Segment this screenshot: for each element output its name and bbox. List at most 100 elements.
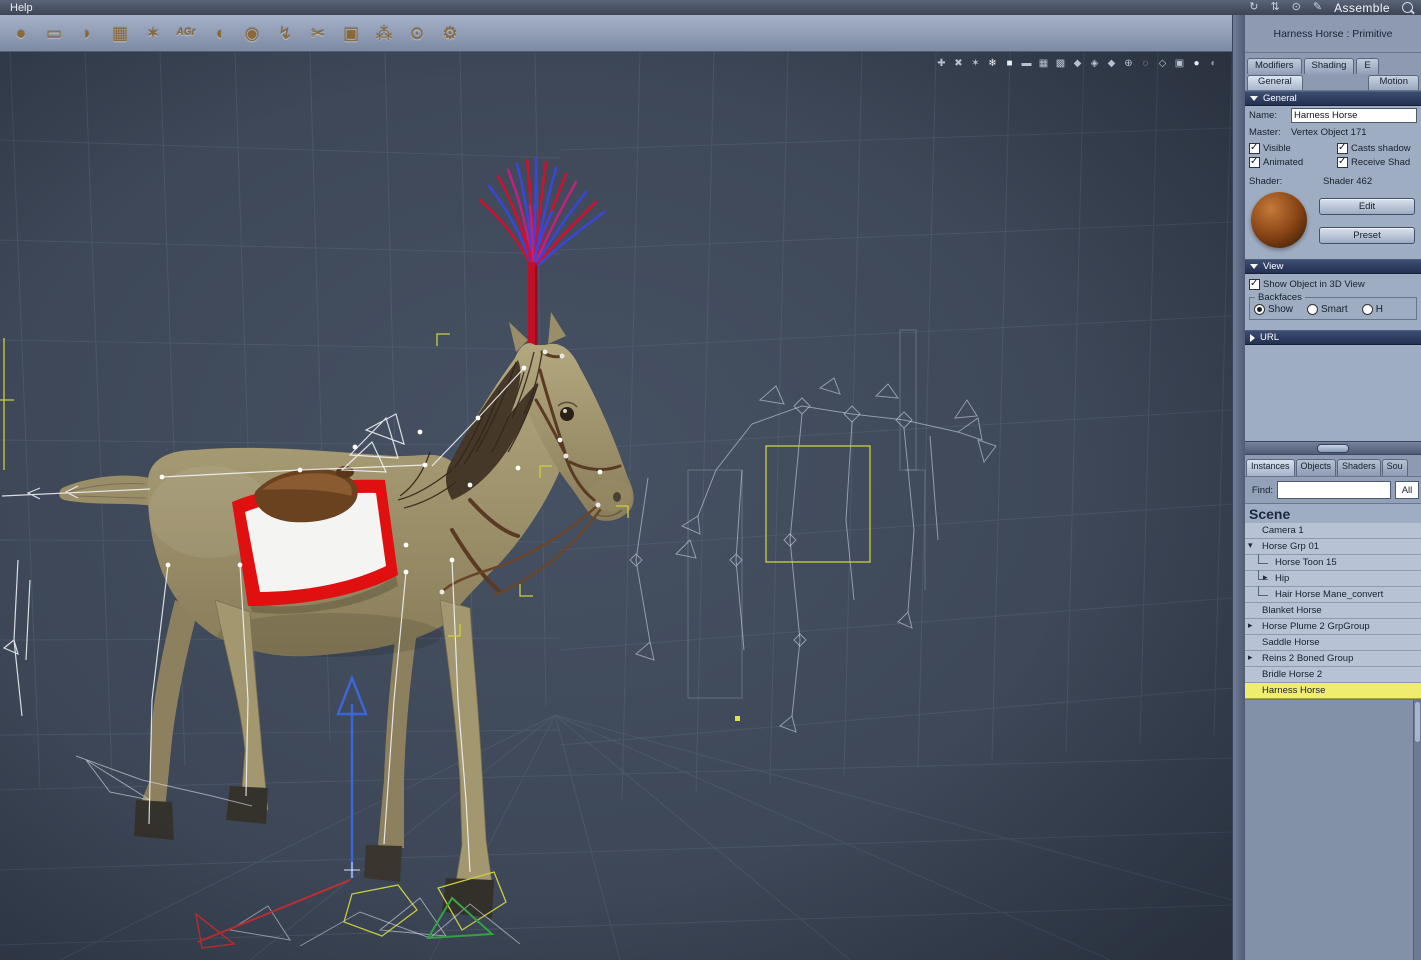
agr-tool-icon[interactable]: AGr	[173, 20, 199, 46]
hand-tool-icon[interactable]: ◗	[74, 20, 100, 46]
backfaces-smart-radio[interactable]: Smart	[1307, 304, 1348, 315]
scene-tree: Camera 1 ▾ Horse Grp 01 Horse Toon 15 ▸ …	[1245, 523, 1421, 699]
splitter-handle[interactable]	[1317, 443, 1349, 453]
search-icon[interactable]	[1402, 2, 1413, 13]
backfaces-hidden-radio[interactable]: H	[1361, 304, 1383, 315]
menu-help[interactable]: Help	[0, 2, 43, 14]
mesh-tool-icon[interactable]: ▦	[107, 20, 133, 46]
url-section-header[interactable]: URL	[1245, 330, 1421, 345]
camera-tool-icon[interactable]: ▣	[338, 20, 364, 46]
shader-preview-sphere[interactable]	[1251, 192, 1307, 248]
name-row: Name:	[1245, 106, 1421, 125]
dashed-circle-icon[interactable]: ◌	[1139, 59, 1152, 69]
radio-icon	[1254, 304, 1265, 315]
tree-item-hip[interactable]: ▸ Hip	[1245, 570, 1421, 587]
pan-hand-icon[interactable]: ⇅	[1270, 2, 1279, 13]
cube-icon[interactable]: ▣	[1173, 59, 1186, 69]
star-tool-icon[interactable]: ✶	[140, 20, 166, 46]
plane-tool-icon[interactable]: ▭	[41, 20, 67, 46]
viewport-3d[interactable]: ✚ ✖ ✶ ❄ ■ ▬ ▦ ▩ ◆ ◈ ◆ ⊕ ◌ ◇ ▣ ● ◐	[0, 52, 1232, 960]
diamond-wire-icon[interactable]: ◇	[1156, 59, 1169, 69]
target-tool-icon[interactable]: ⊙	[404, 20, 430, 46]
room-label-assemble[interactable]: Assemble	[1334, 1, 1390, 15]
wrench-tool-icon[interactable]: ⚙	[437, 20, 463, 46]
name-input[interactable]	[1291, 108, 1417, 123]
expander-icon[interactable]: ▾	[1248, 540, 1259, 551]
sparkle-icon[interactable]: ✶	[969, 59, 982, 69]
tree-item-horse-plume-2[interactable]: ▸ Horse Plume 2 GrpGroup	[1245, 619, 1421, 635]
delete-tool-icon[interactable]: ✖	[952, 59, 965, 69]
tab-modifiers[interactable]: Modifiers	[1247, 58, 1302, 74]
panel-horizontal-splitter[interactable]	[1245, 441, 1421, 455]
vignette	[0, 52, 1232, 960]
particles-tool-icon[interactable]: ⁂	[371, 20, 397, 46]
general-section-header[interactable]: General	[1245, 91, 1421, 106]
master-row: Master: Vertex Object 171	[1245, 125, 1421, 140]
panel-splitter[interactable]	[1232, 15, 1246, 960]
scene-root-label[interactable]: Scene	[1245, 504, 1421, 523]
subtab-motion[interactable]: Motion	[1368, 75, 1419, 90]
shield-flat-icon[interactable]: ◈	[1088, 59, 1101, 69]
bars-mode-icon[interactable]: ▬	[1020, 59, 1033, 69]
find-label: Find:	[1251, 484, 1273, 496]
subtab-general[interactable]: General	[1247, 75, 1303, 90]
receive-shadow-checkbox[interactable]: Receive Shad	[1337, 156, 1411, 168]
tab-objects[interactable]: Objects	[1295, 459, 1337, 476]
expander-icon[interactable]: ▸	[1248, 620, 1259, 631]
expander-icon[interactable]: ▸	[1248, 652, 1259, 663]
white-sphere-icon[interactable]: ●	[1190, 59, 1203, 69]
scrollbar-thumb[interactable]	[1415, 702, 1420, 742]
gray-sphere-icon[interactable]: ◐	[1207, 59, 1220, 69]
tab-sounds[interactable]: Sou	[1381, 459, 1408, 476]
zoom-hand-icon[interactable]: ⊙	[1292, 2, 1301, 13]
casts-shadow-checkbox[interactable]: Casts shadow	[1337, 142, 1411, 154]
shield-wire-icon[interactable]: ◆	[1071, 59, 1084, 69]
rotate-hand-icon[interactable]: ↻	[1249, 2, 1258, 13]
plus-tool-icon[interactable]: ✚	[935, 59, 948, 69]
tree-item-blanket-horse[interactable]: Blanket Horse	[1245, 603, 1421, 619]
checkbox-icon	[1249, 142, 1260, 154]
tab-effects[interactable]: E	[1356, 58, 1379, 74]
solid-mode-icon[interactable]: ■	[1003, 59, 1016, 69]
tree-item-bridle-horse-2[interactable]: Bridle Horse 2	[1245, 667, 1421, 683]
tree-item-camera-1[interactable]: Camera 1	[1245, 523, 1421, 539]
menu-bar-right: ↻ ⇅ ⊙ ✎ Assemble	[1249, 1, 1421, 15]
tree-item-horse-toon-15[interactable]: Horse Toon 15	[1245, 554, 1421, 571]
blob-tool-icon[interactable]: ◉	[239, 20, 265, 46]
tool-bar: ● ▭ ◗ ▦ ✶ AGr ◖ ◉ ↯ ✂ ▣ ⁂ ⊙ ⚙	[0, 15, 1232, 52]
tab-shaders[interactable]: Shaders	[1337, 459, 1381, 476]
visible-checkbox[interactable]: Visible	[1249, 142, 1337, 154]
shell-tool-icon[interactable]: ◖	[206, 20, 232, 46]
tree-item-saddle-horse[interactable]: Saddle Horse	[1245, 635, 1421, 651]
scissors-tool-icon[interactable]: ✂	[305, 20, 331, 46]
tree-item-hair-horse-mane[interactable]: Hair Horse Mane_convert	[1245, 586, 1421, 603]
grid-mode-icon[interactable]: ▦	[1037, 59, 1050, 69]
all-button[interactable]: All	[1395, 481, 1419, 499]
orbit-icon[interactable]: ⊕	[1122, 59, 1135, 69]
master-value: Vertex Object 171	[1291, 127, 1367, 138]
expander-icon[interactable]: ▸	[1263, 572, 1274, 583]
preset-button[interactable]: Preset	[1319, 227, 1415, 244]
edit-button[interactable]: Edit	[1319, 198, 1415, 215]
snowflake-icon[interactable]: ❄	[986, 59, 999, 69]
dense-grid-mode-icon[interactable]: ▩	[1054, 59, 1067, 69]
bolt-tool-icon[interactable]: ↯	[272, 20, 298, 46]
annotate-icon[interactable]: ✎	[1313, 2, 1322, 13]
animated-checkbox[interactable]: Animated	[1249, 156, 1337, 168]
shader-preview-row: Edit Preset	[1245, 189, 1421, 251]
viewport-display-toolbar: ✚ ✖ ✶ ❄ ■ ▬ ▦ ▩ ◆ ◈ ◆ ⊕ ◌ ◇ ▣ ● ◐	[935, 59, 1220, 69]
tree-item-reins-2-boned-group[interactable]: ▸ Reins 2 Boned Group	[1245, 651, 1421, 667]
sphere-tool-icon[interactable]: ●	[8, 20, 34, 46]
show-object-checkbox[interactable]: Show Object in 3D View	[1245, 274, 1421, 290]
checkbox-icon	[1249, 278, 1260, 290]
view-section-header[interactable]: View	[1245, 259, 1421, 274]
tab-instances[interactable]: Instances	[1246, 459, 1295, 476]
tree-item-harness-horse[interactable]: Harness Horse	[1245, 683, 1421, 699]
tree-item-horse-grp-01[interactable]: ▾ Horse Grp 01	[1245, 539, 1421, 555]
backfaces-show-radio[interactable]: Show	[1254, 304, 1293, 315]
shield-textured-icon[interactable]: ◆	[1105, 59, 1118, 69]
tab-shading[interactable]: Shading	[1303, 58, 1355, 74]
checkbox-icon	[1337, 156, 1348, 168]
find-input[interactable]	[1277, 481, 1391, 499]
tree-scrollbar[interactable]	[1413, 700, 1421, 960]
